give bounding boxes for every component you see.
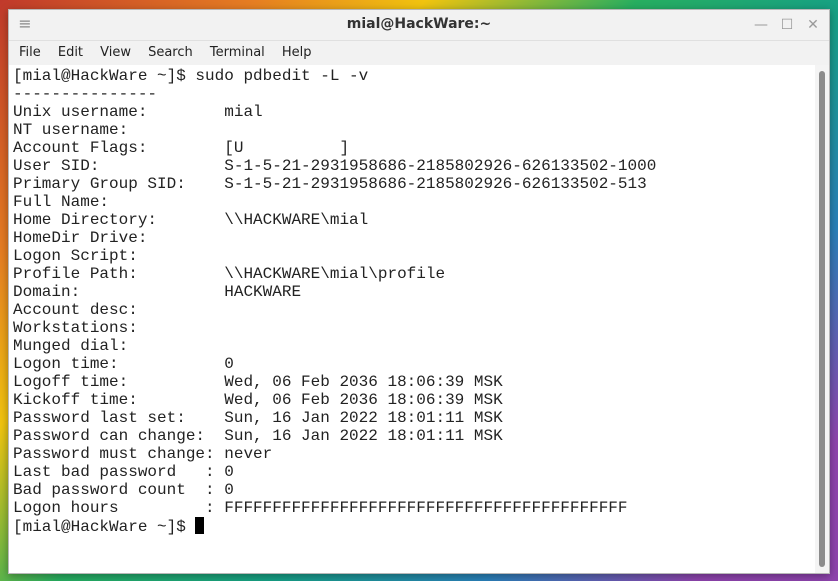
minimize-icon[interactable]: — <box>751 15 771 35</box>
terminal-line: Logon time: 0 <box>13 355 234 373</box>
menu-bar: File Edit View Search Terminal Help <box>9 41 829 65</box>
menu-file[interactable]: File <box>13 41 47 60</box>
terminal-line: Munged dial: <box>13 337 129 355</box>
close-icon[interactable]: ✕ <box>803 15 823 35</box>
terminal-line: Logon Script: <box>13 247 138 265</box>
terminal-line: HomeDir Drive: <box>13 229 148 247</box>
menu-terminal[interactable]: Terminal <box>204 41 271 60</box>
terminal-line: Password must change: never <box>13 445 273 463</box>
terminal-line: Logoff time: Wed, 06 Feb 2036 18:06:39 M… <box>13 373 503 391</box>
terminal-line: Last bad password : 0 <box>13 463 234 481</box>
text-cursor <box>195 517 205 534</box>
terminal-line: NT username: <box>13 121 129 139</box>
terminal-line: Home Directory: \\HACKWARE\mial <box>13 211 369 229</box>
terminal-line: Workstations: <box>13 319 138 337</box>
terminal-line: Unix username: mial <box>13 103 263 121</box>
terminal-line: User SID: S-1-5-21-2931958686-2185802926… <box>13 157 657 175</box>
terminal-output[interactable]: [mial@HackWare ~]$ sudo pdbedit -L -v --… <box>9 65 815 573</box>
title-bar[interactable]: ≡ mial@HackWare:~ — ☐ ✕ <box>9 10 829 41</box>
terminal-line: Password can change: Sun, 16 Jan 2022 18… <box>13 427 503 445</box>
menu-search[interactable]: Search <box>142 41 199 60</box>
terminal-text: [mial@HackWare ~]$ sudo pdbedit -L -v --… <box>9 65 815 536</box>
terminal-line: Logon hours : FFFFFFFFFFFFFFFFFFFFFFFFFF… <box>13 499 628 517</box>
terminal-line: Primary Group SID: S-1-5-21-2931958686-2… <box>13 175 647 193</box>
terminal-window: ≡ mial@HackWare:~ — ☐ ✕ File Edit View S… <box>8 9 830 574</box>
menu-help[interactable]: Help <box>276 41 318 60</box>
terminal-line: Password last set: Sun, 16 Jan 2022 18:0… <box>13 409 503 427</box>
terminal-line: Account desc: <box>13 301 138 319</box>
scrollbar-thumb[interactable] <box>819 71 825 567</box>
terminal-line: Bad password count : 0 <box>13 481 234 499</box>
terminal-line: [mial@HackWare ~]$ sudo pdbedit -L -v <box>13 67 369 85</box>
vertical-scrollbar[interactable] <box>815 65 829 573</box>
terminal-line: Kickoff time: Wed, 06 Feb 2036 18:06:39 … <box>13 391 503 409</box>
window-title: mial@HackWare:~ <box>346 16 492 32</box>
maximize-icon[interactable]: ☐ <box>777 15 797 35</box>
terminal-line: Domain: HACKWARE <box>13 283 302 301</box>
terminal-line: --------------- <box>13 85 158 103</box>
menu-view[interactable]: View <box>94 41 137 60</box>
terminal-line: Account Flags: [U ] <box>13 139 350 157</box>
terminal-line: Full Name: <box>13 193 110 211</box>
terminal-prompt: [mial@HackWare ~]$ <box>13 518 196 536</box>
terminal-line: Profile Path: \\HACKWARE\mial\profile <box>13 265 446 283</box>
menu-edit[interactable]: Edit <box>52 41 89 60</box>
